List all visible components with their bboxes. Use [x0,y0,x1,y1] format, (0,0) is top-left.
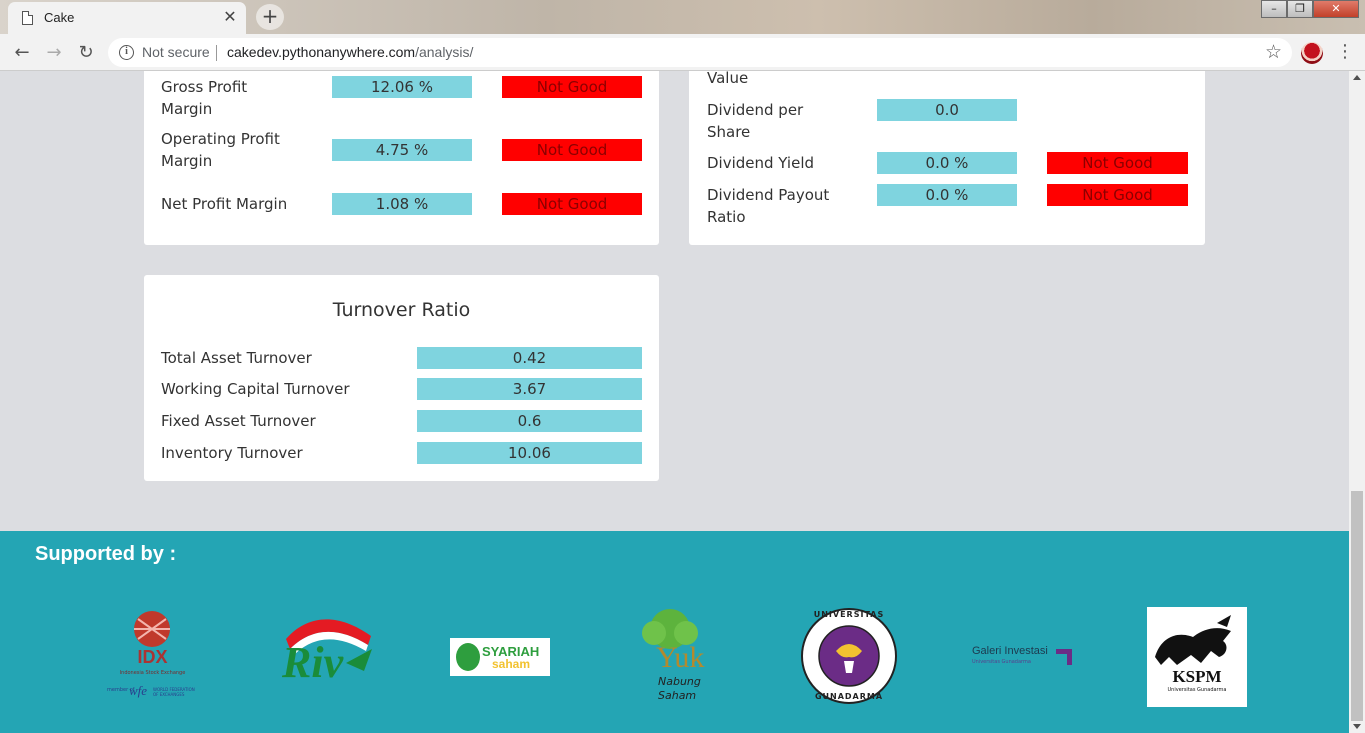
profitability-card: Gross Profit Margin 12.06 % Not Good Ope… [144,71,659,245]
browser-tab[interactable]: Cake ✕ [8,2,246,34]
gunadarma-university-logo[interactable]: UNIVERSITAS GUNADARMA [800,607,898,705]
working-capital-turnover-value: 3.67 [417,378,642,400]
fixed-asset-turnover-label: Fixed Asset Turnover [161,412,316,430]
restore-button[interactable]: ❐ [1287,0,1313,18]
fixed-asset-turnover-value: 0.6 [417,410,642,432]
total-asset-turnover-value: 0.42 [417,347,642,369]
window-controls: – ❐ ✕ [1261,0,1359,20]
idx-logo-subtext: Indonesia Stock Exchange [119,670,186,676]
kspm-logo-text: KSPM [1172,667,1222,686]
new-tab-button[interactable]: + [256,4,284,30]
galeri-investasi-logo[interactable]: Galeri Investasi Universitas Gunadarma [972,645,1074,671]
galeri-investasi-subtext: Universitas Gunadarma [972,659,1031,665]
saham-label-text: Saham [658,689,697,702]
turnover-ratio-title: Turnover Ratio [332,299,471,321]
dividend-payout-ratio-label: Dividend Payout Ratio [707,184,857,228]
label-line: Operating Profit [161,130,280,148]
riv-logo-text: Riv [282,638,344,687]
nabung-logo-text: Nabung [658,675,701,688]
galeri-investasi-text: Galeri Investasi [972,645,1048,657]
profile-avatar[interactable] [1301,42,1323,64]
working-capital-turnover-label: Working Capital Turnover [161,380,350,398]
minimize-button[interactable]: – [1261,0,1287,18]
kspm-logo-subtext: Universitas Gunadarma [1167,687,1227,693]
wfe-logo-subtext: WORLD FEDERATION OF EXCHANGES [153,687,195,697]
supported-by-heading: Supported by : [35,543,177,565]
browser-titlebar: Cake ✕ + – ❐ ✕ [0,0,1365,34]
info-icon[interactable]: i [119,45,134,60]
net-profit-margin-status: Not Good [502,193,642,215]
yuk-nabung-saham-logo[interactable]: Yuk Nabung Saham [632,607,712,705]
tab-title: Cake [44,10,75,25]
galeri-investasi-emblem [1056,649,1072,665]
dividend-payout-ratio-value: 0.0 % [877,184,1017,206]
operating-profit-margin-label: Operating Profit Margin [161,128,311,172]
net-profit-margin-value: 1.08 % [332,193,472,215]
label-line: Dividend Payout [707,186,830,204]
page-icon [22,11,33,25]
saham-logo-text: saham [492,657,531,671]
dividend-per-share-label: Dividend per Share [707,99,857,143]
back-arrow-icon[interactable]: ← [9,40,35,66]
yuk-logo-text: Yuk [656,641,705,674]
dividend-per-share-value: 0.0 [877,99,1017,121]
turnover-ratio-card: Turnover Ratio Total Asset Turnover 0.42… [144,275,659,481]
bookmark-star-icon[interactable]: ☆ [1265,41,1282,63]
label-line: Share [707,123,751,141]
scroll-up-arrow-icon[interactable] [1353,75,1361,80]
total-asset-turnover-label: Total Asset Turnover [161,349,312,367]
page-viewport: Gross Profit Margin 12.06 % Not Good Ope… [0,71,1349,733]
operating-profit-margin-status: Not Good [502,139,642,161]
dividend-yield-label: Dividend Yield [707,154,815,172]
browser-toolbar: ← → ↻ i Not secure cakedev.pythonanywher… [0,34,1365,71]
idx-logo[interactable]: IDX Indonesia Stock Exchange member of w… [105,609,200,707]
gunadarma-bottom-text: GUNADARMA [814,692,884,701]
url-path: /analysis/ [415,44,474,60]
divider [216,45,217,61]
label-line: Dividend per [707,101,804,119]
kspm-logo[interactable]: KSPM Universitas Gunadarma [1147,607,1247,707]
url-text[interactable]: cakedev.pythonanywhere.com/analysis/ [227,44,473,60]
operating-profit-margin-value: 4.75 % [332,139,472,161]
scrollbar-thumb[interactable] [1351,491,1363,721]
dividend-yield-status: Not Good [1047,152,1188,174]
inventory-turnover-label: Inventory Turnover [161,444,303,462]
syariah-saham-emblem [456,643,480,671]
label-line: Margin [161,152,213,170]
label-line: Margin [161,100,213,118]
dividend-yield-value: 0.0 % [877,152,1017,174]
scroll-down-arrow-icon[interactable] [1353,724,1361,729]
market-ratio-card: Value Dividend per Share 0.0 Dividend Yi… [689,71,1205,245]
url-host: cakedev.pythonanywhere.com [227,44,416,60]
label-line: Ratio [707,208,746,226]
idx-logo-text: IDX [137,647,168,667]
close-window-button[interactable]: ✕ [1313,0,1359,18]
gross-profit-margin-value: 12.06 % [332,76,472,98]
address-bar[interactable]: i Not secure cakedev.pythonanywhere.com/… [108,38,1292,67]
tab-close-icon[interactable]: ✕ [220,7,240,27]
reload-icon[interactable]: ↻ [73,40,99,66]
security-label: Not secure [142,44,210,60]
net-profit-margin-label: Net Profit Margin [161,195,288,213]
forward-arrow-icon[interactable]: → [41,40,67,66]
label-line: Gross Profit [161,78,248,96]
syariah-saham-logo[interactable]: SYARIAH saham [450,638,550,676]
vertical-scrollbar[interactable] [1349,71,1365,733]
gunadarma-top-text: UNIVERSITAS [813,610,885,619]
dividend-payout-ratio-status: Not Good [1047,184,1188,206]
wfe-logo-text: wfe [129,683,148,698]
inventory-turnover-value: 10.06 [417,442,642,464]
riv-logo[interactable]: Riv [276,611,376,696]
supporters-footer: Supported by : IDX Indonesia Stock Excha… [0,531,1349,733]
gross-profit-margin-label: Gross Profit Margin [161,76,311,120]
menu-dots-icon[interactable]: ⋮ [1336,41,1354,65]
gross-profit-margin-status: Not Good [502,76,642,98]
book-value-label: Value [707,71,749,87]
